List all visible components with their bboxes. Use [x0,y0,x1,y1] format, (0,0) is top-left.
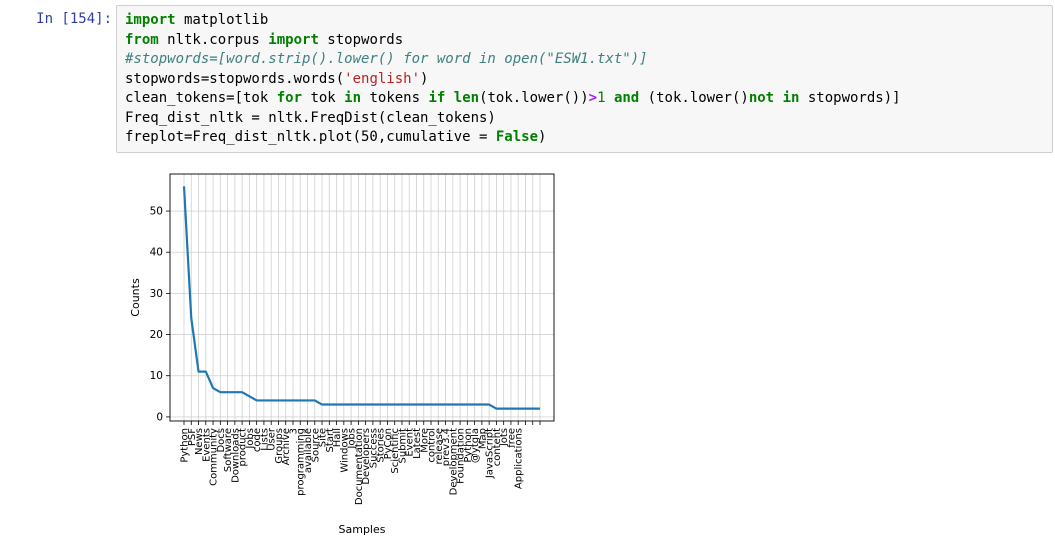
code-line: Freq_dist_nltk = nltk.FreqDist(clean_tok… [125,109,1044,129]
code-token: import [125,12,176,28]
code-token: freplot=Freq_dist_nltk.plot(50,cumulativ… [125,129,496,145]
code-token: nltk.corpus [158,31,269,48]
code-token: in [782,90,800,106]
code-token: not [748,90,775,106]
code-token: stopwords)] [799,90,901,106]
code-token: tokens [361,90,429,106]
code-token: tok [302,90,345,106]
y-tick-label: 50 [150,206,163,218]
cell-output: 0 10 20 30 40 50 Python PSF News Events Community D… [116,160,1055,553]
code-token: and [613,90,640,106]
code-token: #stopwords=[word.strip().lower() for wor… [125,51,648,67]
code-line: from nltk.corpus import stopwords [125,31,1044,51]
y-tick-label: 20 [150,329,163,341]
code-token: 'english' [344,70,421,87]
code-token: in [344,90,362,106]
code-token: stopwords [318,31,404,48]
code-token: matplotlib [175,12,269,28]
code-line: freplot=Freq_dist_nltk.plot(50,cumulativ… [125,128,1044,148]
code-token: Freq_dist_nltk = nltk.FreqDist(clean_tok… [125,109,496,126]
series-line [182,186,540,410]
code-token: ) [420,70,429,87]
y-tick-label: 40 [150,247,163,259]
code-token: from [125,31,159,48]
code-token: 1 [597,90,606,106]
code-token: import [268,31,319,48]
y-tick-label: 10 [150,370,163,382]
y-tick-label: 0 [156,411,163,423]
y-axis-label: Counts [129,278,142,317]
x-axis-label: Samples [339,523,386,536]
code-token: for [276,90,303,106]
x-tick-label: Applications [514,428,525,489]
code-token: (tok.lower() [639,90,749,106]
code-line: stopwords=stopwords.words('english') [125,70,1044,90]
code-token: clean_tokens=[tok [125,90,277,106]
code-token: stopwords=stopwords.words( [125,70,345,87]
code-token: ) [538,129,547,145]
code-token: len [453,90,480,106]
code-token: > [588,90,598,106]
code-token: False [495,129,539,145]
code-line: clean_tokens=[tok for tok in tokens if l… [125,89,1044,109]
y-tick-label: 30 [150,288,163,300]
cell-prompt: In [154]: [36,11,112,27]
code-line: #stopwords=[word.strip().lower() for wor… [125,50,1044,70]
code-line: import matplotlib [125,11,1044,31]
code-cell-input[interactable]: import matplotlib from nltk.corpus import… [116,5,1053,153]
code-token: if [428,90,446,106]
freqdist-chart: 01020304050PythonPSFNewsEventsCommunityD… [129,173,555,536]
code-token: (tok.lower()) [479,90,589,106]
